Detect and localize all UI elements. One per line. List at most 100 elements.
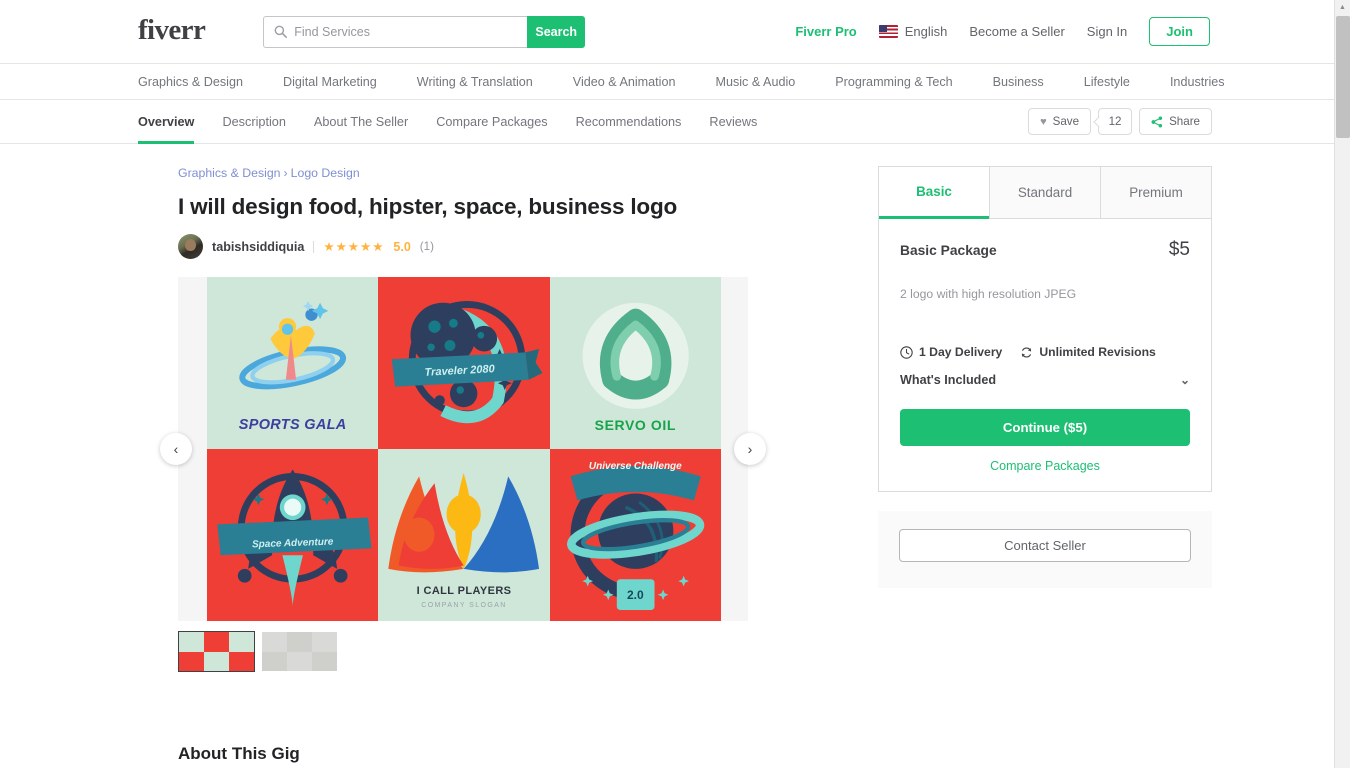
package-card: Basic Standard Premium Basic Package $5 … <box>878 166 1212 492</box>
breadcrumb-separator: › <box>283 166 288 180</box>
whats-included-toggle[interactable]: What's Included ⌄ <box>900 373 1190 387</box>
contact-seller-button[interactable]: Contact Seller <box>899 529 1191 562</box>
tab-reviews[interactable]: Reviews <box>709 100 757 144</box>
rating-value: 5.0 <box>393 239 411 254</box>
save-label: Save <box>1052 115 1080 128</box>
page-scrollbar[interactable]: ▲ <box>1334 0 1350 768</box>
category-lifestyle[interactable]: Lifestyle <box>1084 75 1130 89</box>
delivery-label: 1 Day Delivery <box>919 345 1003 359</box>
breadcrumb-parent[interactable]: Graphics & Design <box>178 166 281 180</box>
category-digital-marketing[interactable]: Digital Marketing <box>283 75 377 89</box>
gallery-tile-space-adventure: Space Adventure <box>207 449 379 621</box>
page-content: Graphics & Design › Logo Design I will des… <box>0 144 1350 764</box>
thumbnail-2-grid <box>262 632 337 671</box>
thumb-cell <box>179 632 204 652</box>
category-business[interactable]: Business <box>993 75 1044 89</box>
become-a-seller-link[interactable]: Become a Seller <box>969 24 1064 39</box>
thumb-cell <box>204 651 229 671</box>
language-selector[interactable]: English <box>878 24 948 39</box>
scroll-up-arrow[interactable]: ▲ <box>1335 0 1350 15</box>
whats-included-label: What's Included <box>900 373 997 387</box>
thumb-cell <box>229 632 254 652</box>
package-tab-standard[interactable]: Standard <box>989 167 1100 219</box>
save-button[interactable]: ♥ Save <box>1028 108 1092 135</box>
tab-compare-packages[interactable]: Compare Packages <box>436 100 547 144</box>
revisions: Unlimited Revisions <box>1020 345 1156 359</box>
chevron-down-icon: ⌄ <box>1179 373 1190 387</box>
package-meta: 1 Day Delivery Unlimited Revisions <box>900 345 1190 359</box>
revisions-label: Unlimited Revisions <box>1039 345 1156 359</box>
thumbnail-2[interactable] <box>261 631 338 672</box>
search-input[interactable] <box>294 24 520 39</box>
sign-in-link[interactable]: Sign In <box>1087 24 1127 39</box>
heart-icon: ♥ <box>1040 115 1047 128</box>
package-header: Basic Package $5 <box>900 239 1190 261</box>
category-industries[interactable]: Industries <box>1170 75 1225 89</box>
category-programming-tech[interactable]: Programming & Tech <box>835 75 952 89</box>
share-icon <box>1151 116 1163 127</box>
category-nav: Graphics & Design Digital Marketing Writ… <box>0 64 1350 100</box>
gallery-tile-universe-challenge: Universe Challenge 2.0 <box>549 449 721 621</box>
tab-recommendations[interactable]: Recommendations <box>576 100 682 144</box>
package-body: Basic Package $5 2 logo with high resolu… <box>879 219 1211 491</box>
category-music-audio[interactable]: Music & Audio <box>715 75 795 89</box>
package-name: Basic Package <box>900 243 997 258</box>
package-sidebar: Basic Standard Premium Basic Package $5 … <box>878 166 1212 764</box>
gallery-next-button[interactable]: › <box>734 433 766 465</box>
thumb-cell <box>262 651 287 671</box>
share-label: Share <box>1169 115 1200 128</box>
category-graphics-design[interactable]: Graphics & Design <box>138 75 243 89</box>
space-adventure-art <box>217 469 372 607</box>
share-button[interactable]: Share <box>1139 108 1212 135</box>
category-video-animation[interactable]: Video & Animation <box>573 75 676 89</box>
gig-main-column: Graphics & Design › Logo Design I will des… <box>160 166 838 764</box>
continue-button[interactable]: Continue ($5) <box>900 409 1190 446</box>
search-icon <box>274 25 288 38</box>
thumbnail-1[interactable] <box>178 631 255 672</box>
gallery-tile-servo-oil: SERVO OIL <box>549 277 721 449</box>
avatar[interactable] <box>178 234 203 259</box>
fiverr-logo[interactable]: fiverr <box>138 15 206 48</box>
gallery-prev-button[interactable]: ‹ <box>160 433 192 465</box>
about-this-gig-heading: About This Gig <box>178 744 300 763</box>
thumb-cell <box>287 651 312 671</box>
compare-packages-link[interactable]: Compare Packages <box>900 459 1190 473</box>
package-description: 2 logo with high resolution JPEG <box>900 287 1077 301</box>
sports-gala-label: SPORTS GALA <box>238 417 347 433</box>
package-tabs: Basic Standard Premium <box>879 167 1211 219</box>
gig-tab-bar: Overview Description About The Seller Co… <box>0 100 1350 144</box>
breadcrumb: Graphics & Design › Logo Design <box>178 166 838 180</box>
tab-overview[interactable]: Overview <box>138 100 195 144</box>
gallery-image[interactable]: SPORTS GALA Traveler 2080 SERVO OIL Spac… <box>207 277 721 621</box>
divider <box>313 240 315 253</box>
header-right-nav: Fiverr Pro English Become a Seller Sign … <box>795 17 1350 46</box>
review-count: (1) <box>419 240 434 253</box>
delivery-time: 1 Day Delivery <box>900 345 1002 359</box>
thumb-cell <box>262 632 287 652</box>
thumb-cell <box>287 632 312 652</box>
i-call-players-slogan: COMPANY SLOGAN <box>421 602 507 609</box>
search-input-wrapper[interactable] <box>263 15 528 48</box>
category-writing-translation[interactable]: Writing & Translation <box>417 75 533 89</box>
seller-info: tabishsiddiquia ★★★★★ 5.0 (1) <box>178 234 838 259</box>
thumb-cell <box>312 632 337 652</box>
language-label: English <box>904 24 948 39</box>
gallery-thumbnails <box>178 631 838 672</box>
seller-name[interactable]: tabishsiddiquia <box>212 240 304 254</box>
i-call-players-label: I CALL PLAYERS <box>416 585 512 597</box>
thumb-cell <box>229 651 254 671</box>
site-header: fiverr Search Fiverr Pro English Become … <box>0 0 1350 64</box>
breadcrumb-child[interactable]: Logo Design <box>291 166 360 180</box>
search-button[interactable]: Search <box>527 15 586 48</box>
gig-gallery: ‹ › SPORTS GALA Traveler 2080 SERVO OIL … <box>160 277 766 621</box>
tab-description[interactable]: Description <box>222 100 285 144</box>
universe-challenge-label: Universe Challenge <box>588 461 682 472</box>
package-tab-premium[interactable]: Premium <box>1100 167 1211 219</box>
join-button[interactable]: Join <box>1149 17 1210 46</box>
gallery-tile-sports-gala: SPORTS GALA <box>207 277 379 449</box>
tab-about-the-seller[interactable]: About The Seller <box>314 100 408 144</box>
package-tab-basic[interactable]: Basic <box>879 167 989 219</box>
scrollbar-thumb[interactable] <box>1336 16 1350 138</box>
thumb-cell <box>179 651 204 671</box>
fiverr-pro-link[interactable]: Fiverr Pro <box>795 24 856 39</box>
